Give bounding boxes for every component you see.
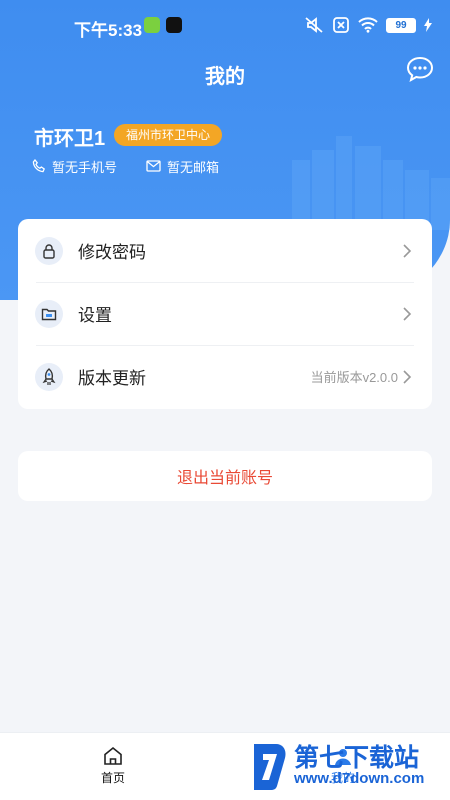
tiktok-notification-icon xyxy=(166,17,182,33)
menu-item-label: 版本更新 xyxy=(78,369,146,388)
menu-item-version-update[interactable]: 版本更新 当前版本v2.0.0 xyxy=(18,345,432,408)
status-bar: 下午5:33 99 xyxy=(0,0,450,40)
battery-level: 99 xyxy=(395,19,407,31)
tab-home[interactable]: 首页 xyxy=(83,745,143,786)
no-sim-icon xyxy=(333,17,349,33)
page-title: 我的 xyxy=(205,66,245,88)
email-text: 暂无邮箱 xyxy=(167,159,220,175)
menu-item-arrow xyxy=(402,306,412,321)
watermark: 第七下载站 www.d7down.com xyxy=(250,738,446,796)
version-text: 当前版本v2.0.0 xyxy=(310,370,398,385)
chevron-right-icon xyxy=(403,306,412,321)
phone-info: 暂无手机号 xyxy=(32,156,117,176)
menu-item-change-password[interactable]: 修改密码 xyxy=(18,219,432,282)
wifi-icon xyxy=(358,17,378,33)
status-icons: 99 xyxy=(304,14,432,36)
charging-icon xyxy=(424,18,432,32)
chevron-right-icon xyxy=(403,369,412,384)
app-notification-icon xyxy=(144,17,160,33)
message-icon[interactable] xyxy=(406,56,434,82)
battery-indicator: 99 xyxy=(386,17,416,33)
status-time: 下午5:33 xyxy=(74,21,143,40)
menu-item-arrow xyxy=(402,243,412,258)
menu-item-label: 设置 xyxy=(78,306,112,325)
user-name: 市环卫1 xyxy=(34,128,106,150)
logout-button[interactable]: 退出当前账号 xyxy=(18,451,432,501)
menu-item-settings[interactable]: 设置 xyxy=(18,282,432,345)
tab-label: 首页 xyxy=(100,771,125,785)
phone-icon xyxy=(32,159,46,173)
lock-icon xyxy=(35,236,63,265)
watermark-logo-icon xyxy=(254,744,286,790)
mute-vibrate-icon xyxy=(305,17,323,33)
email-info: 暂无邮箱 xyxy=(146,156,219,176)
home-icon xyxy=(104,746,122,765)
rocket-icon xyxy=(35,362,63,391)
org-badge: 福州市环卫中心 xyxy=(114,124,223,146)
watermark-url: www.d7down.com xyxy=(294,770,425,787)
version-info: 当前版本v2.0.0 xyxy=(311,367,412,386)
watermark-title: 第七下载站 xyxy=(294,744,420,772)
phone-text: 暂无手机号 xyxy=(52,159,118,175)
folder-icon xyxy=(35,299,63,328)
chevron-right-icon xyxy=(403,243,412,258)
menu-item-label: 修改密码 xyxy=(78,243,146,262)
mail-icon xyxy=(146,160,161,172)
menu-card: 修改密码 设置 版本更新 当前版本v2.0.0 xyxy=(18,219,432,409)
